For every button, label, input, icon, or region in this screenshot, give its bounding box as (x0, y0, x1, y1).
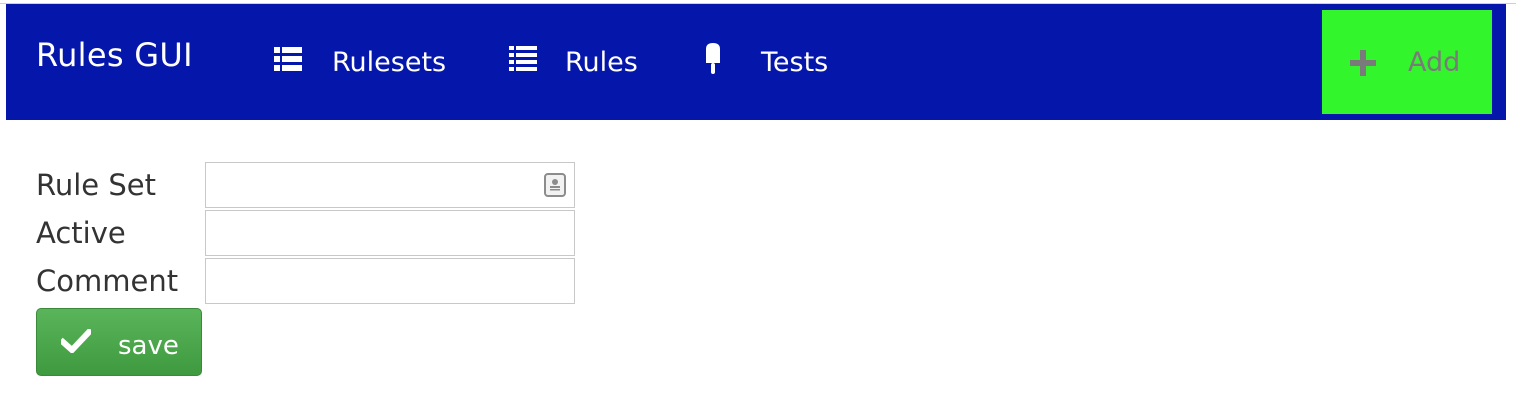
nav-item-label: Rules (565, 46, 638, 78)
plus-icon (1350, 50, 1376, 83)
brand-title[interactable]: Rules GUI (36, 36, 193, 74)
list-icon (274, 46, 302, 78)
navbar: Rules GUI Rulesets Rules Tests Add (6, 4, 1506, 120)
add-button-label: Add (1408, 47, 1461, 78)
nav-item-label: Rulesets (332, 46, 447, 78)
active-input[interactable] (205, 210, 575, 256)
nav-item-rules[interactable]: Rules (509, 42, 638, 82)
popsicle-icon (703, 42, 723, 82)
nav-item-label: Tests (761, 46, 829, 78)
add-button[interactable]: Add (1322, 10, 1492, 114)
comment-label: Comment (36, 264, 179, 298)
active-label: Active (36, 216, 126, 250)
save-button-label: save (118, 331, 179, 361)
comment-input[interactable] (205, 258, 575, 304)
rule-set-input[interactable] (205, 162, 575, 208)
nav-item-rulesets[interactable]: Rulesets (274, 42, 446, 82)
checkmark-icon (58, 327, 94, 360)
list-icon (509, 45, 537, 79)
rule-set-label: Rule Set (36, 168, 156, 202)
contact-card-icon[interactable] (544, 173, 566, 197)
nav-item-tests[interactable]: Tests (703, 42, 828, 82)
save-button[interactable]: save (36, 308, 202, 376)
